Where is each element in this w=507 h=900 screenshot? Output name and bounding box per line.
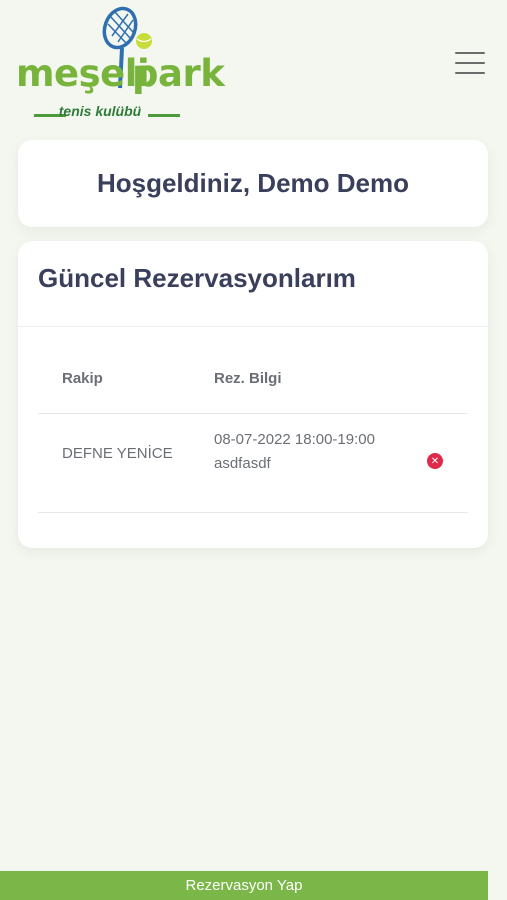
reservations-card: Güncel Rezervasyonlarım Rakip Rez. Bilgi… [18, 241, 488, 548]
header: meşeli park tenis kulübü [0, 0, 507, 130]
menu-bar [455, 72, 485, 74]
column-header-rez-bilgi: Rez. Bilgi [214, 370, 282, 387]
table-row: DEFNE YENİCE 08-07-2022 18:00-19:00 asdf… [38, 414, 468, 512]
logo-divider [148, 114, 180, 117]
menu-bar [455, 52, 485, 54]
delete-icon[interactable]: ✕ [427, 453, 443, 469]
opponent-name: DEFNE YENİCE [62, 445, 173, 462]
reservation-info: 08-07-2022 18:00-19:00 asdfasdf [214, 431, 375, 472]
logo-text-left: meşeli [16, 52, 150, 95]
welcome-title: Hoşgeldiniz, Demo Demo [96, 168, 410, 198]
row-divider [38, 512, 468, 513]
menu-bar [455, 62, 485, 64]
logo-text-right: park [132, 52, 225, 95]
welcome-card: Hoşgeldiniz, Demo Demo [18, 140, 488, 227]
logo[interactable]: meşeli park tenis kulübü [14, 6, 225, 124]
make-reservation-button[interactable]: Rezervasyon Yap [0, 871, 488, 900]
divider [18, 326, 488, 327]
column-header-rakip: Rakip [62, 370, 103, 387]
hamburger-menu-icon[interactable] [455, 52, 485, 74]
reservations-title: Güncel Rezervasyonlarım [38, 263, 356, 293]
